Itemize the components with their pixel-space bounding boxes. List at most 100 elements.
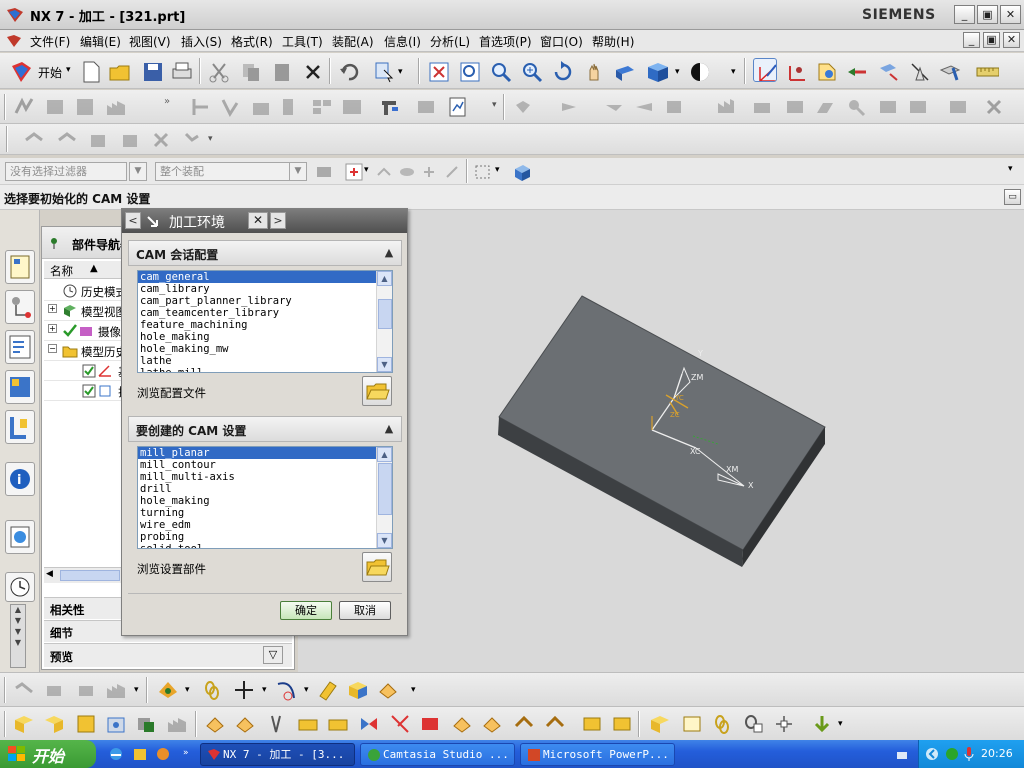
scroll-up-icon[interactable]: ▲: [377, 447, 392, 462]
history-tab[interactable]: [5, 572, 35, 602]
session-config-list[interactable]: cam_general cam_library cam_part_planner_l…: [137, 270, 393, 373]
bt2-feat-5-icon[interactable]: [326, 712, 350, 736]
menu-information[interactable]: 信息(I): [384, 33, 421, 50]
hscroll-thumb[interactable]: [60, 570, 120, 581]
bt2-arrow-down-icon[interactable]: [810, 712, 834, 736]
list-option[interactable]: drill: [138, 483, 392, 495]
preview-expand-icon[interactable]: ▽: [263, 646, 283, 664]
bt2-hole-icon[interactable]: [104, 712, 128, 736]
selection-dropdown-icon[interactable]: ▾: [398, 67, 403, 77]
feature-op-5-icon[interactable]: [149, 128, 173, 152]
prompt-expand-button[interactable]: ▭: [1004, 189, 1021, 205]
transform-icon[interactable]: [714, 95, 738, 119]
tray-back-icon[interactable]: [925, 747, 939, 761]
snap-end-icon[interactable]: [375, 163, 393, 181]
minimize-button[interactable]: _: [954, 5, 975, 24]
remove-icon[interactable]: [982, 95, 1006, 119]
hide-icon[interactable]: [906, 95, 930, 119]
point-dropdown-icon[interactable]: ▾: [262, 685, 267, 695]
dialog-title-bar[interactable]: < 加工环境 ✕ >: [122, 209, 407, 233]
list-option[interactable]: hole_making_mw: [138, 343, 392, 355]
feature-op-2-icon[interactable]: [55, 128, 79, 152]
bt2-dropdown-icon[interactable]: ▾: [838, 719, 843, 729]
render-style-dropdown-icon[interactable]: ▾: [675, 67, 680, 77]
plane-icon[interactable]: [316, 678, 340, 702]
bt2-link-icon[interactable]: [710, 712, 734, 736]
orient-view-icon[interactable]: [688, 60, 712, 84]
quicklaunch-overflow-icon[interactable]: »: [183, 748, 189, 758]
list-option[interactable]: wire_edm: [138, 519, 392, 531]
web-browser-tab[interactable]: [5, 520, 35, 554]
shop-docs-icon[interactable]: [104, 95, 128, 119]
cancel-button[interactable]: 取消: [339, 601, 391, 620]
list-option[interactable]: cam_general: [138, 271, 392, 283]
doc-restore-button[interactable]: ▣: [983, 32, 1000, 48]
save-icon[interactable]: [141, 60, 165, 84]
toolbar-overflow-icon[interactable]: »: [164, 96, 170, 107]
bt2-feat-10-icon[interactable]: [580, 712, 604, 736]
bt2-cube-2-icon[interactable]: [42, 712, 66, 736]
perspective-icon[interactable]: [613, 60, 637, 84]
bt2-feat-4-icon[interactable]: [296, 712, 320, 736]
menu-analysis[interactable]: 分析(L): [430, 33, 470, 50]
scroll-up-icon[interactable]: ▲: [377, 271, 392, 286]
bt2-surface-2-icon[interactable]: [680, 712, 704, 736]
previous-dialog-button[interactable]: <: [125, 212, 141, 229]
scroll-left-icon[interactable]: ◀: [46, 569, 53, 579]
chain-link-icon[interactable]: [200, 678, 224, 702]
row2-dropdown-icon[interactable]: ▾: [492, 100, 497, 110]
constraint-navigator-tab[interactable]: [5, 290, 35, 324]
bt2-edge-icon[interactable]: [134, 712, 158, 736]
info-tab[interactable]: i: [5, 462, 35, 496]
postprocess-icon[interactable]: [249, 95, 273, 119]
machine-tool-navigator-tab[interactable]: [5, 410, 35, 444]
list-option[interactable]: mill_planar: [138, 447, 392, 459]
selection-bar-dropdown-icon[interactable]: ▾: [1008, 164, 1013, 174]
edit-display-icon[interactable]: [876, 95, 900, 119]
view-dropdown-icon[interactable]: ▾: [731, 67, 736, 77]
delete-icon[interactable]: [301, 60, 325, 84]
dialog-close-button[interactable]: ✕: [248, 212, 268, 229]
tray-mic-icon[interactable]: [963, 746, 975, 762]
tool-path-list-icon[interactable]: [310, 95, 334, 119]
generate-path-icon[interactable]: [12, 95, 36, 119]
tray-green-icon[interactable]: [945, 747, 959, 761]
create-program-icon[interactable]: [815, 60, 839, 84]
setup-section-header[interactable]: 要创建的 CAM 设置 ▲: [128, 416, 402, 442]
menu-file[interactable]: 文件(F): [30, 33, 70, 50]
snap-point-icon[interactable]: [344, 162, 364, 182]
snap-quad-icon[interactable]: [443, 163, 461, 181]
copy-icon[interactable]: [239, 60, 263, 84]
filter-settings-icon[interactable]: [314, 162, 334, 182]
resource-bar-scroll[interactable]: ▲ ▼ ▼ ▼: [10, 604, 26, 668]
feature-op-6-icon[interactable]: [180, 128, 204, 152]
bt2-feat-11-icon[interactable]: [610, 712, 634, 736]
list-option[interactable]: mill_contour: [138, 459, 392, 471]
undo-icon[interactable]: [337, 60, 361, 84]
task-powerpoint[interactable]: Microsoft PowerP...: [520, 743, 675, 766]
bt1-dropdown-icon[interactable]: ▾: [134, 685, 139, 695]
bt2-feat-7-icon[interactable]: [480, 712, 504, 736]
ie-quicklaunch-icon[interactable]: [108, 746, 124, 762]
zoom-window-icon[interactable]: [458, 60, 482, 84]
session-list-scrollbar[interactable]: ▲ ▼: [376, 271, 392, 372]
create-method-icon[interactable]: [908, 60, 932, 84]
mediaplayer-quicklaunch-icon[interactable]: [155, 746, 171, 762]
bt1-op-2-icon[interactable]: [42, 678, 66, 702]
print-icon[interactable]: [170, 60, 194, 84]
assembly-component-icon[interactable]: [512, 162, 532, 182]
bt2-cube-1-icon[interactable]: [12, 712, 36, 736]
snap-center-icon[interactable]: [420, 163, 438, 181]
cam-setup-list[interactable]: mill_planar mill_contour mill_multi-axis dr…: [137, 446, 393, 549]
network-tray-icon[interactable]: [895, 748, 909, 762]
expand-icon[interactable]: +: [48, 324, 57, 333]
box-dropdown-icon[interactable]: ▾: [495, 165, 500, 175]
scope-filter-dropdown-icon[interactable]: ▼: [289, 162, 307, 181]
doc-minimize-button[interactable]: _: [963, 32, 980, 48]
object-display-icon[interactable]: [750, 95, 774, 119]
scroll-down-icon[interactable]: ▼: [377, 533, 392, 548]
list-option[interactable]: lathe: [138, 355, 392, 367]
create-operation-icon[interactable]: [938, 60, 962, 84]
expand-icon[interactable]: +: [48, 304, 57, 313]
feature-op-4-icon[interactable]: [118, 128, 142, 152]
